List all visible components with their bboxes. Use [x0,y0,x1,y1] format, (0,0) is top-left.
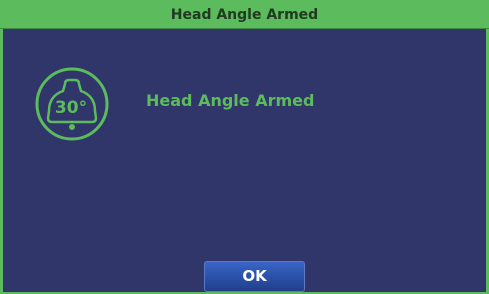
icon-angle-label: 30° [55,98,87,118]
alarm-dialog: Head Angle Armed 30° Head Angle Armed OK [0,0,489,294]
head-angle-bell-icon: 30° [35,67,109,141]
ok-button[interactable]: OK [204,261,305,292]
dialog-title: Head Angle Armed [0,0,489,29]
alarm-message: Head Angle Armed [146,91,315,110]
